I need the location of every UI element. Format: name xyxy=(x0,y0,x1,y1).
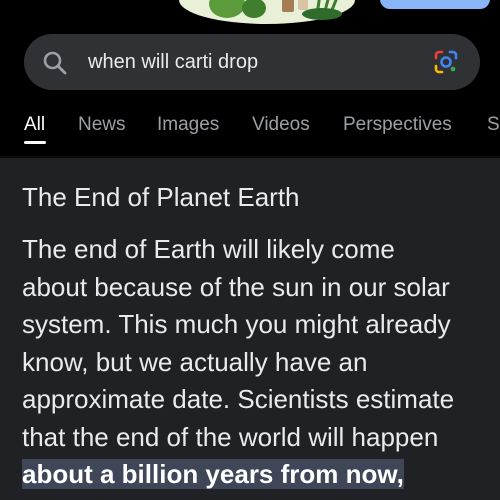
tab-perspectives[interactable]: Perspectives xyxy=(343,112,452,138)
search-input[interactable]: when will carti drop xyxy=(88,50,258,74)
tab-more[interactable]: S xyxy=(487,112,500,138)
snippet-line: that the end of the world will happen xyxy=(22,421,439,452)
snippet-line: system. This much you might already xyxy=(22,309,451,339)
tab-news[interactable]: News xyxy=(78,112,126,138)
search-results-page: when will carti drop All News Images Vid… xyxy=(0,0,500,500)
google-lens-icon[interactable] xyxy=(432,48,460,76)
snippet-highlight: about a billion years from now, xyxy=(22,459,404,489)
active-tab-indicator xyxy=(24,141,46,144)
tab-all[interactable]: All xyxy=(24,112,45,138)
tab-images[interactable]: Images xyxy=(157,112,219,138)
snippet-body: The end of Earth will likely come about … xyxy=(22,231,492,494)
search-bar[interactable]: when will carti drop xyxy=(24,34,480,90)
featured-snippet: The End of Planet Earth The end of Earth… xyxy=(0,158,500,500)
search-icon xyxy=(43,51,67,75)
search-tabs: All News Images Videos Perspectives S xyxy=(0,112,500,152)
snippet-highlight-line: about a billion years from now, xyxy=(22,456,492,494)
snippet-title[interactable]: The End of Planet Earth xyxy=(22,181,300,213)
doodle-share-button[interactable] xyxy=(380,0,490,9)
tab-videos[interactable]: Videos xyxy=(252,112,310,138)
snippet-line: about because of the sun in our solar xyxy=(22,271,450,302)
snippet-line: approximate date. Scientists estimate xyxy=(22,384,455,414)
doodle-illustration-icon[interactable] xyxy=(172,0,357,30)
snippet-line: The end of Earth will likely come xyxy=(22,234,395,264)
search-header: when will carti drop All News Images Vid… xyxy=(0,0,500,158)
snippet-line: know, but we actually have an xyxy=(22,346,368,377)
